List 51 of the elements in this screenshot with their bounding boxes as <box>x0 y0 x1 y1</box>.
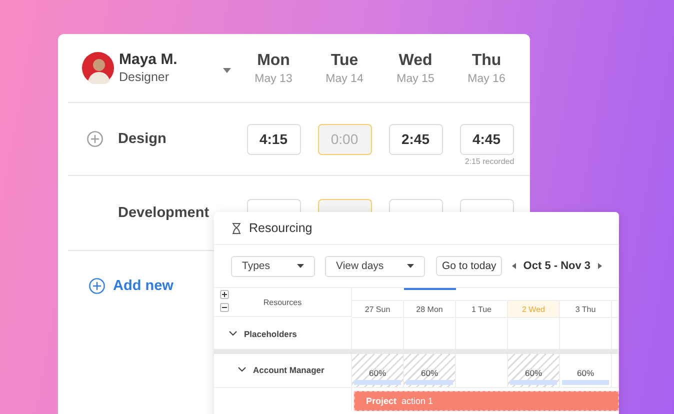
load-bar <box>406 380 453 385</box>
day-name: Mon <box>257 52 290 70</box>
day-name: Wed <box>398 52 432 70</box>
previous-icon[interactable] <box>512 263 516 269</box>
hourglass-icon <box>232 222 241 234</box>
task-label: Design <box>118 131 166 147</box>
add-icon[interactable] <box>89 278 105 294</box>
user-role: Designer <box>119 69 170 85</box>
time-field[interactable]: 2:45 <box>388 124 442 154</box>
time-field[interactable]: 4:15 <box>246 124 300 154</box>
recorded-note: 2:15 recorded <box>464 157 516 166</box>
day-header: 3 Thu <box>560 300 612 317</box>
filter-dropdown[interactable]: Types <box>231 256 315 276</box>
load-percent: 60% <box>368 368 386 378</box>
caret-icon <box>297 264 304 268</box>
day-date: May 13 <box>254 72 292 84</box>
add-icon[interactable] <box>87 131 103 147</box>
avatar <box>82 52 114 84</box>
add-new-link[interactable]: Add new <box>113 278 174 294</box>
load-bar <box>510 380 557 385</box>
day-name: Thu <box>472 52 502 70</box>
load-percent: 60% <box>524 368 542 378</box>
load-bar <box>354 380 401 385</box>
caret-icon <box>407 264 414 268</box>
chevron-down-icon[interactable] <box>238 367 246 372</box>
task-label: Development <box>118 205 210 221</box>
day-date: May 14 <box>326 72 364 84</box>
load-percent: 60% <box>420 368 438 378</box>
load-bar <box>562 380 609 385</box>
caret-icon[interactable] <box>223 68 231 72</box>
panel-title: Resourcing <box>249 221 312 235</box>
go-to-today-button[interactable]: Go to today <box>436 256 502 276</box>
day-date: May 16 <box>468 72 506 84</box>
expand-icon[interactable] <box>220 290 229 299</box>
day-date: May 15 <box>396 72 434 84</box>
load-percent: 60% <box>576 368 594 378</box>
time-field[interactable]: 4:45 <box>460 124 514 154</box>
time-field[interactable] <box>318 199 372 213</box>
user-name: Maya M. <box>119 51 178 69</box>
day-header: 2 Wed <box>508 300 560 317</box>
chevron-down-icon[interactable] <box>229 331 237 336</box>
resources-header: Resources <box>263 298 302 306</box>
day-header: 27 Sun <box>352 300 404 317</box>
collapse-icon[interactable] <box>220 303 229 312</box>
day-name: Tue <box>330 52 358 70</box>
group-name: Placeholders <box>244 328 297 338</box>
filter-dropdown[interactable]: View days <box>325 256 425 276</box>
date-range: Oct 5 - Nov 3 <box>523 260 591 272</box>
next-icon[interactable] <box>598 263 602 269</box>
day-header: 28 Mon <box>404 300 456 317</box>
role-name: Account Manager <box>253 364 324 374</box>
